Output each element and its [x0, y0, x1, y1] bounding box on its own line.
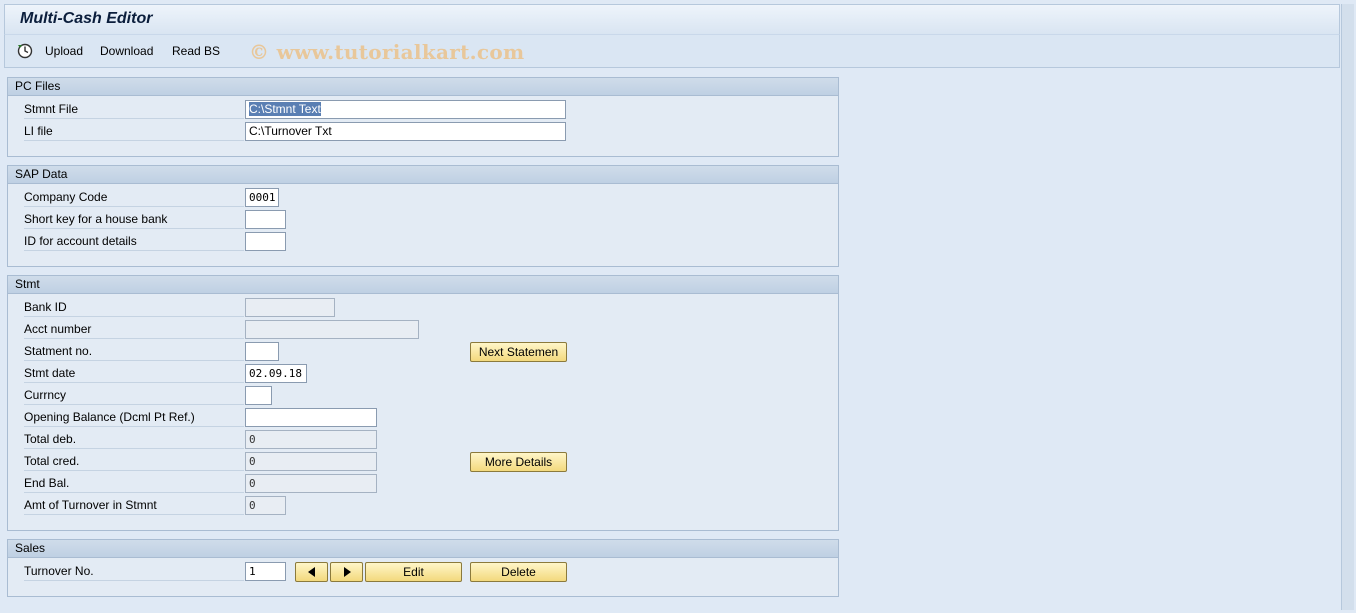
acct-number-label: Acct number [24, 319, 244, 339]
house-bank-input[interactable] [245, 210, 286, 229]
turnover-no-label: Turnover No. [24, 561, 244, 581]
download-button[interactable]: Download [100, 44, 153, 58]
opening-balance-label: Opening Balance (Dcml Pt Ref.) [24, 407, 244, 427]
read-bs-button[interactable]: Read BS [172, 44, 220, 58]
sap-data-group: SAP Data Company Code 0001 Short key for… [7, 165, 839, 267]
sap-data-heading: SAP Data [8, 166, 838, 184]
bank-id-input [245, 298, 335, 317]
next-turnover-button[interactable] [330, 562, 363, 582]
amt-turnover-input: 0 [245, 496, 286, 515]
end-bal-label: End Bal. [24, 473, 244, 493]
total-cred-label: Total cred. [24, 451, 244, 471]
sales-group: Sales Turnover No. 1 Edit Delete [7, 539, 839, 597]
li-file-label: LI file [24, 121, 244, 141]
page-title: Multi-Cash Editor [20, 10, 153, 27]
statement-no-input[interactable] [245, 342, 279, 361]
company-code-input[interactable]: 0001 [245, 188, 279, 207]
pc-files-group: PC Files Stmnt File C:\Stmnt Text LI fil… [7, 77, 839, 157]
stmnt-file-label: Stmnt File [24, 99, 244, 119]
more-details-button[interactable]: More Details [470, 452, 567, 472]
stmt-date-input[interactable]: 02.09.18 [245, 364, 307, 383]
amt-turnover-label: Amt of Turnover in Stmnt [24, 495, 244, 515]
stmt-heading: Stmt [8, 276, 838, 294]
acct-number-input [245, 320, 419, 339]
sales-heading: Sales [8, 540, 838, 558]
delete-button[interactable]: Delete [470, 562, 567, 582]
stmnt-file-value: C:\Stmnt Text [249, 102, 321, 116]
stmt-date-label: Stmt date [24, 363, 244, 383]
account-id-label: ID for account details [24, 231, 244, 251]
title-bar: Multi-Cash Editor [4, 4, 1340, 34]
application-toolbar: Upload Download Read BS © www.tutorialka… [4, 34, 1340, 68]
total-cred-input: 0 [245, 452, 377, 471]
li-file-input[interactable]: C:\Turnover Txt [245, 122, 566, 141]
total-deb-input: 0 [245, 430, 377, 449]
next-statement-button[interactable]: Next Statemen [470, 342, 567, 362]
currency-label: Currncy [24, 385, 244, 405]
triangle-left-icon [307, 567, 315, 577]
edit-button[interactable]: Edit [365, 562, 462, 582]
company-code-label: Company Code [24, 187, 244, 207]
end-bal-input: 0 [245, 474, 377, 493]
previous-turnover-button[interactable] [295, 562, 328, 582]
turnover-no-input[interactable]: 1 [245, 562, 286, 581]
triangle-right-icon [343, 567, 351, 577]
house-bank-label: Short key for a house bank [24, 209, 244, 229]
right-scroll-edge [1341, 4, 1354, 610]
pc-files-heading: PC Files [8, 78, 838, 96]
account-id-input[interactable] [245, 232, 286, 251]
opening-balance-input[interactable] [245, 408, 377, 427]
stmnt-file-input[interactable]: C:\Stmnt Text [245, 100, 566, 119]
upload-button[interactable]: Upload [45, 44, 83, 58]
statement-no-label: Statment no. [24, 341, 244, 361]
bank-id-label: Bank ID [24, 297, 244, 317]
currency-input[interactable] [245, 386, 272, 405]
total-deb-label: Total deb. [24, 429, 244, 449]
execute-clock-icon[interactable] [16, 42, 34, 60]
watermark: © www.tutorialkart.com [249, 40, 525, 64]
stmt-group: Stmt Bank ID Acct number Statment no. Ne… [7, 275, 839, 531]
